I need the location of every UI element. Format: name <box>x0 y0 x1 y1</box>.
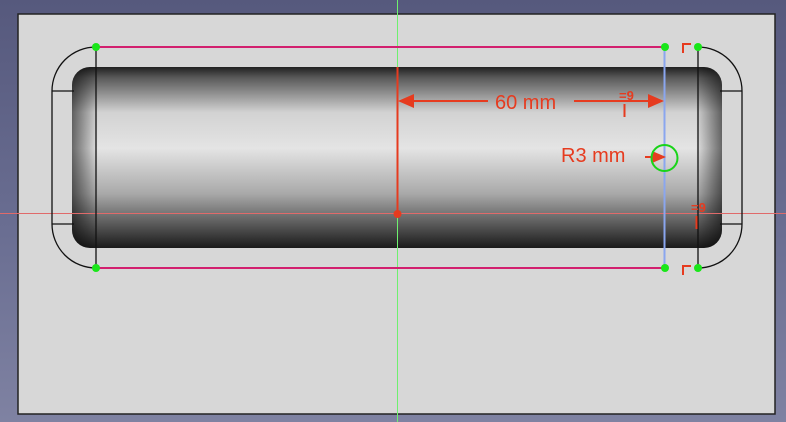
sketch-vertex-icon[interactable] <box>694 43 702 51</box>
sketch-vertex-icon[interactable] <box>694 264 702 272</box>
sketch-vertex-icon[interactable] <box>661 43 669 51</box>
sketch-vertex-icon[interactable] <box>661 264 669 272</box>
sketch-vertex-icon[interactable] <box>92 264 100 272</box>
equal-constraint-icon: =9 <box>691 200 706 215</box>
length-dimension-label[interactable]: 60 mm <box>495 92 556 114</box>
origin-point[interactable] <box>393 210 402 218</box>
3d-viewport[interactable]: 60 mm R3 mm =9 =9 <box>0 0 786 422</box>
sketch-vertex-icon[interactable] <box>92 43 100 51</box>
radius-dimension-label[interactable]: R3 mm <box>561 145 625 167</box>
equal-constraint-icon: =9 <box>619 88 634 103</box>
